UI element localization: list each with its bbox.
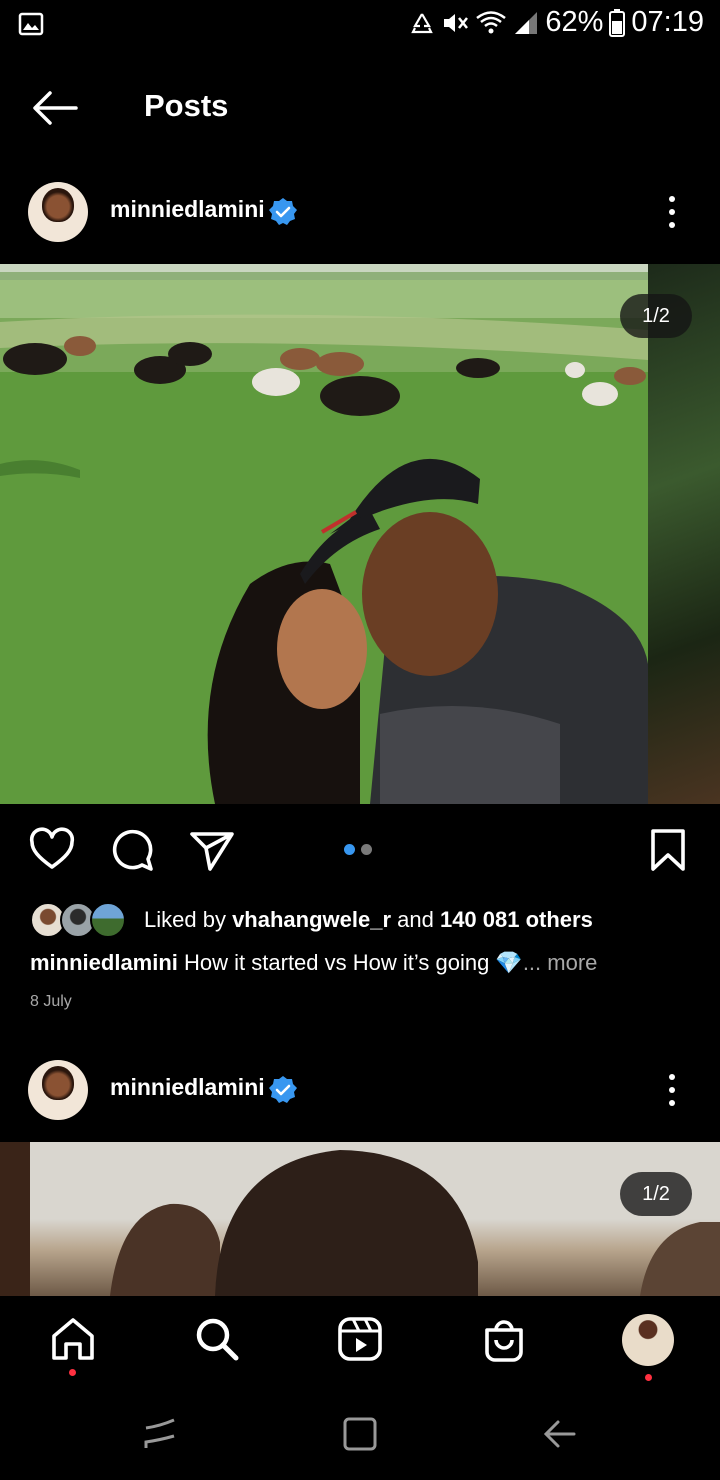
liked-prefix: Liked by: [144, 907, 233, 932]
status-bar: 62% 07:19: [0, 0, 720, 50]
post-image[interactable]: [0, 264, 648, 804]
home-icon[interactable]: [48, 1314, 98, 1364]
status-icons: 62% 07:19: [409, 6, 704, 39]
back-button[interactable]: [30, 88, 80, 128]
caption-username[interactable]: minniedlamini: [30, 950, 178, 975]
avatar[interactable]: [28, 1060, 88, 1120]
page-header: Posts: [0, 70, 720, 144]
search-icon[interactable]: [192, 1314, 242, 1364]
image-counter: 1/2: [620, 1172, 692, 1216]
mute-icon: [444, 13, 469, 32]
post-header: minniedlamini: [0, 1060, 720, 1140]
profile-notification-dot: [645, 1374, 652, 1381]
post-username[interactable]: minniedlamini: [110, 1074, 265, 1101]
system-navigation: [0, 1390, 720, 1480]
bookmark-icon[interactable]: [644, 826, 692, 874]
arrow-left-icon: [33, 91, 78, 125]
bottom-navigation: [0, 1296, 720, 1390]
back-system-icon[interactable]: [540, 1414, 580, 1454]
clock: 07:19: [631, 6, 704, 38]
more-options-icon[interactable]: [664, 194, 680, 230]
reels-icon[interactable]: [335, 1314, 385, 1364]
liked-by[interactable]: Liked by vhahangwele_r and 140 081 other…: [30, 900, 593, 940]
post-image[interactable]: [0, 1142, 720, 1296]
carousel-dot-active: [344, 844, 355, 855]
photo-couple-field: [0, 264, 648, 804]
carousel-dot: [361, 844, 372, 855]
signal-icon: [515, 11, 538, 34]
page-title: Posts: [144, 88, 229, 123]
caption-text: How it started vs How it’s going 💎: [177, 950, 523, 975]
gallery-icon: [18, 12, 44, 41]
liked-user[interactable]: vhahangwele_r: [232, 907, 391, 933]
battery-icon: [609, 8, 626, 37]
verified-badge-icon: [269, 1076, 297, 1103]
battery-level: 62%: [545, 6, 604, 38]
liker-avatar: [90, 902, 126, 938]
verified-badge-icon: [269, 198, 297, 225]
like-heart-icon[interactable]: [28, 826, 76, 874]
shop-icon[interactable]: [479, 1314, 529, 1364]
avatar[interactable]: [28, 182, 88, 242]
post-username[interactable]: minniedlamini: [110, 196, 265, 223]
home-system-icon[interactable]: [340, 1414, 380, 1454]
more-options-icon[interactable]: [664, 1072, 680, 1108]
liked-mid: and: [391, 907, 440, 932]
wifi-icon: [476, 10, 507, 33]
liker-avatars: [30, 901, 130, 939]
comment-icon[interactable]: [108, 826, 156, 874]
next-image-preview[interactable]: [648, 264, 720, 804]
recycle-icon: [411, 12, 434, 33]
share-send-icon[interactable]: [188, 826, 236, 874]
post-date: 8 July: [30, 993, 72, 1010]
post-caption[interactable]: minniedlamini How it started vs How it’s…: [30, 950, 700, 976]
carousel-indicator: [344, 844, 372, 855]
liked-count[interactable]: 140 081 others: [440, 907, 593, 933]
image-counter: 1/2: [620, 294, 692, 338]
photo-vintage: [0, 1142, 720, 1296]
post-actions: [0, 826, 720, 876]
caption-more[interactable]: ... more: [523, 950, 598, 975]
recent-apps-icon[interactable]: [140, 1414, 180, 1454]
home-notification-dot: [69, 1369, 76, 1376]
post-header: minniedlamini: [0, 182, 720, 262]
profile-avatar[interactable]: [622, 1314, 674, 1366]
